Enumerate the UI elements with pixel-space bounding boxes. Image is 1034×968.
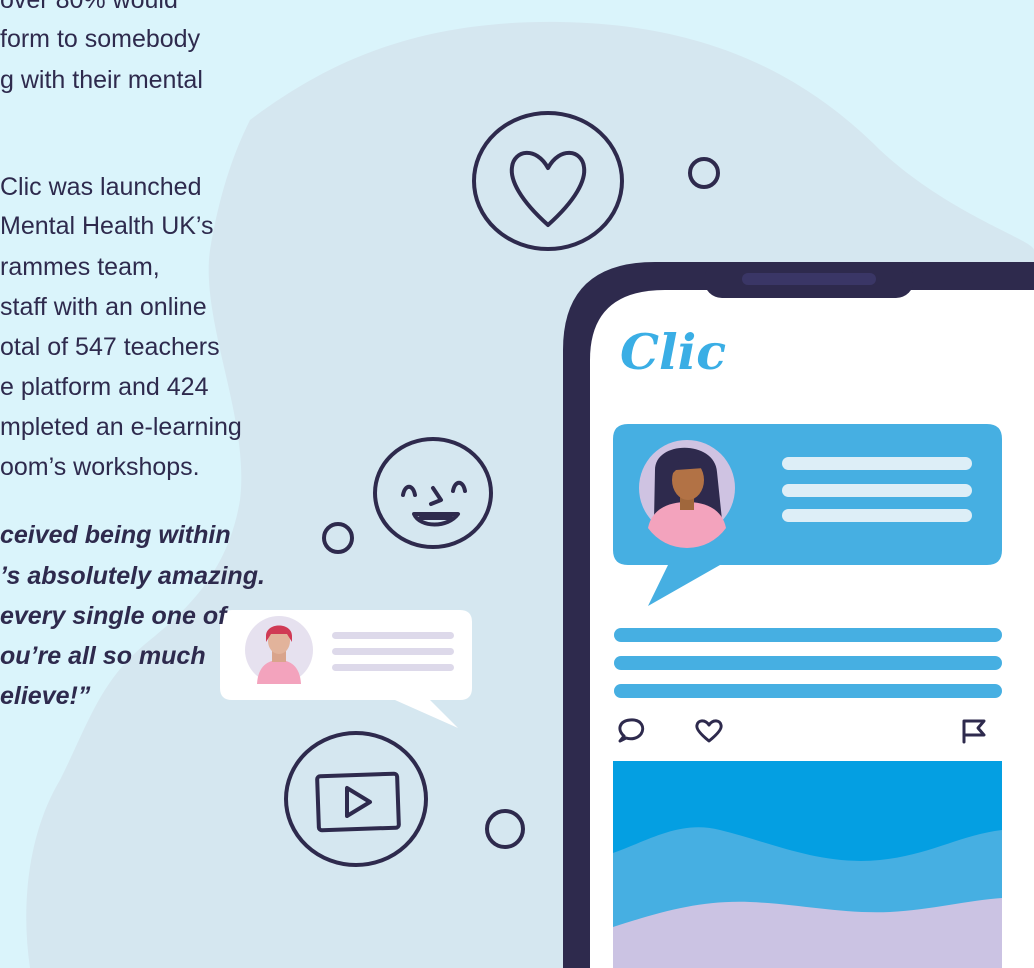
content-line [614, 684, 1002, 698]
paragraph-line: staff with an online [0, 293, 207, 321]
content-line [614, 656, 1002, 670]
paragraph-line: Clic was launched [0, 173, 202, 201]
paragraph-line: mpleted an e-learning [0, 413, 242, 441]
paragraph-line: over 80% would [0, 0, 178, 14]
quote-line: every single one of [0, 602, 227, 630]
quote-line: elieve!” [0, 682, 91, 710]
content-line [614, 628, 1002, 642]
paragraph-line: g with their mental [0, 66, 203, 94]
paragraph-line: otal of 547 teachers [0, 333, 220, 361]
quote-line: ’s absolutely amazing. [0, 562, 265, 590]
quote-line: ceived being within [0, 521, 231, 549]
paragraph-line: rammes team, [0, 253, 160, 281]
paragraph-line: form to somebody [0, 25, 201, 53]
background-illustration [26, 21, 1034, 968]
image-placeholder [613, 761, 1002, 968]
paragraph-line: e platform and 424 [0, 373, 209, 401]
quote-line: ou’re all so much [0, 642, 206, 670]
paragraph-line: oom’s workshops. [0, 453, 200, 481]
clic-logo: Clic [620, 323, 727, 381]
paragraph-line: Mental Health UK’s [0, 212, 214, 240]
